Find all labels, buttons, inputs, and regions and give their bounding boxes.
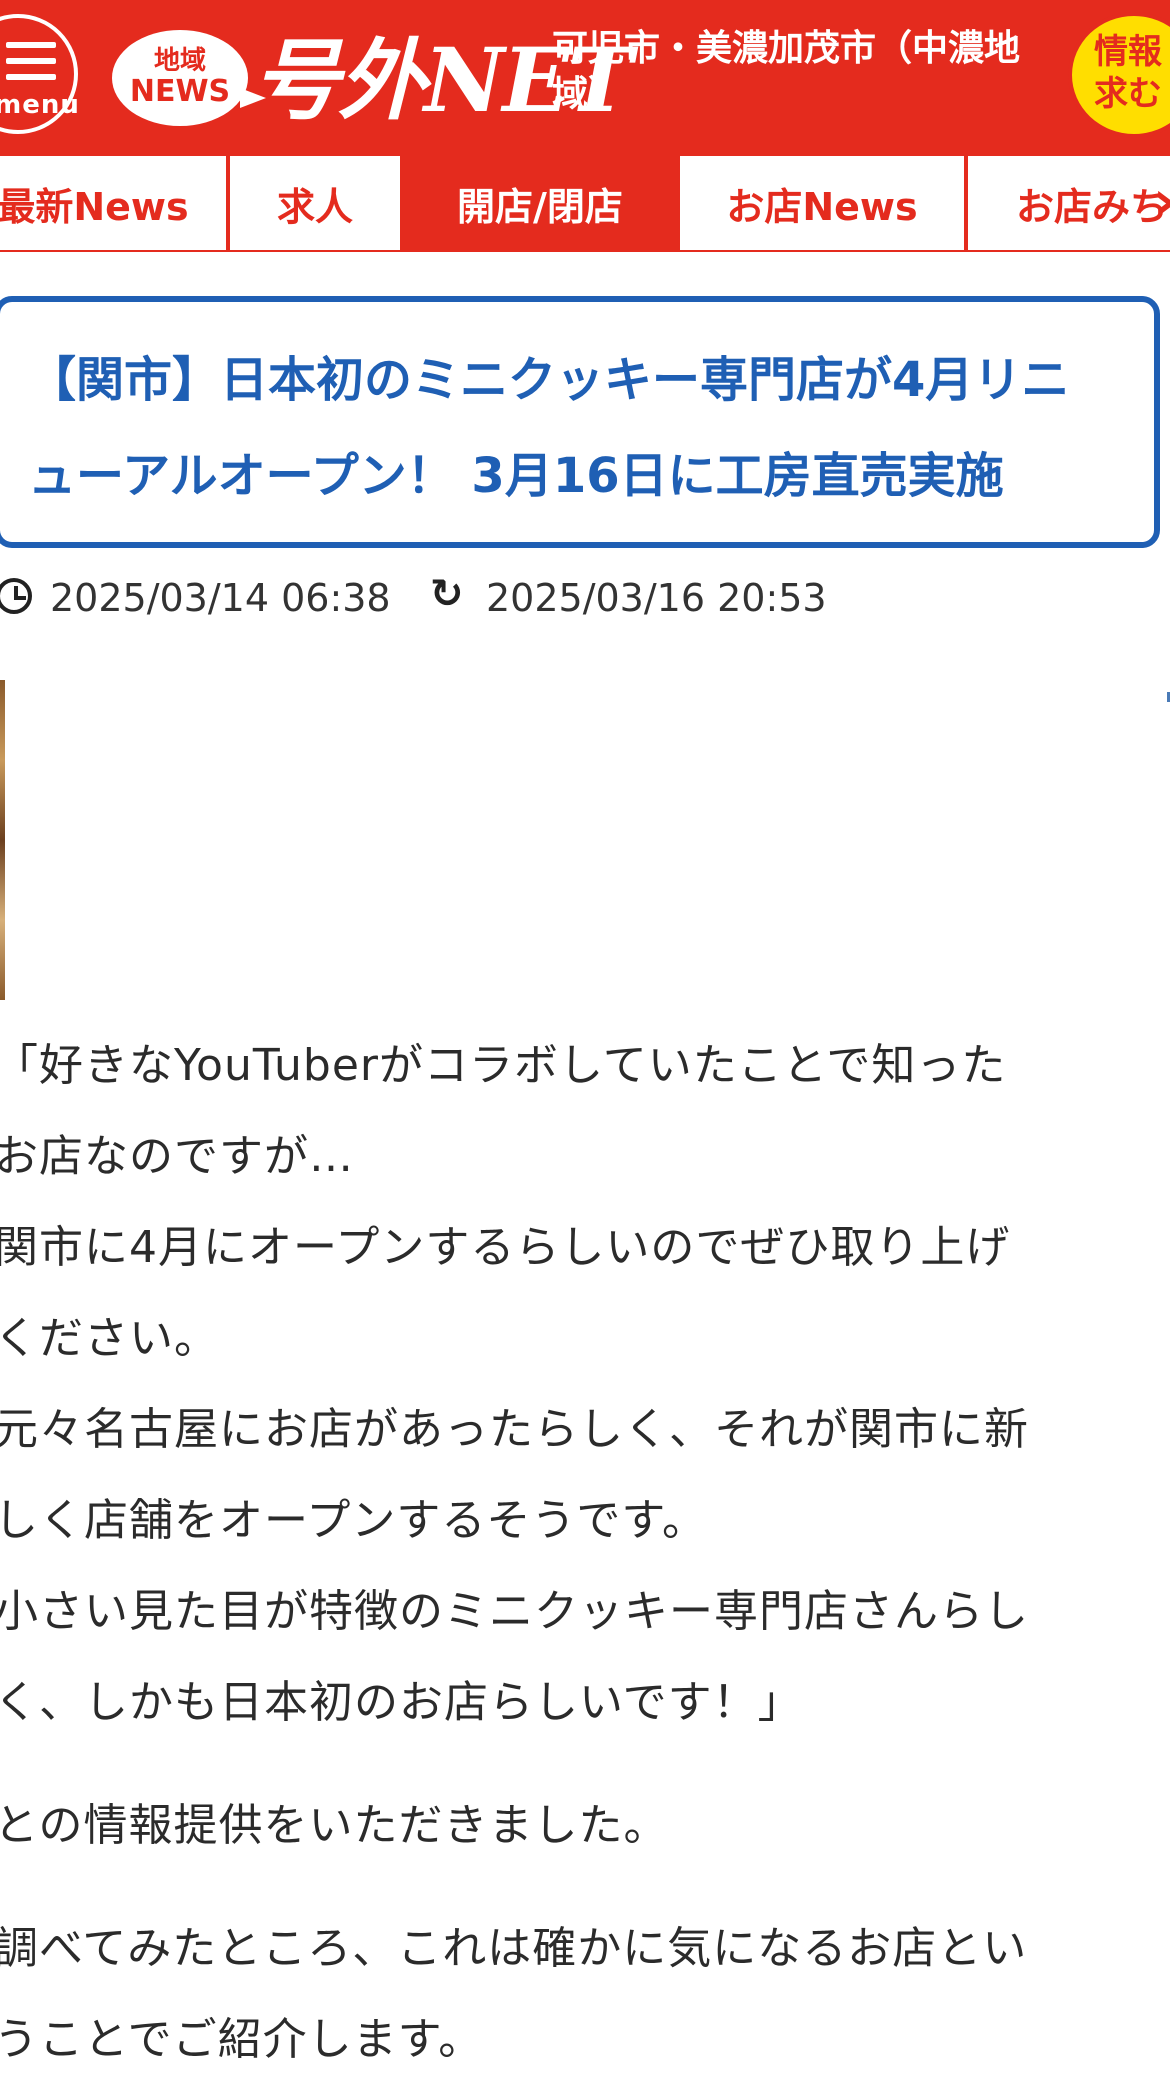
menu-label: menu: [0, 90, 80, 120]
site-logo[interactable]: 地域 NEWS 号外NET: [112, 24, 633, 136]
published-date: 2025/03/14 06:38: [50, 576, 391, 620]
body-line: お店なのですが…: [0, 1131, 354, 1182]
article-body: 「好きなYouTuberがコラボしていたことで知った お店なのですが… 関市に4…: [0, 1020, 1170, 2085]
body-line: 「好きなYouTuberがコラボしていたことで知った: [0, 1040, 1007, 1091]
body-line: く、しかも日本初のお店らしいです！」: [0, 1677, 803, 1728]
body-line: 関市に4月にオープンするらしいのでぜひ取り上げ: [0, 1222, 1011, 1273]
tab-shop-news[interactable]: お店News: [680, 156, 964, 250]
hamburger-icon-bar: [6, 58, 56, 64]
logo-badge-line1: 地域: [153, 46, 206, 76]
chevron-right-icon[interactable]: ›: [1153, 174, 1170, 230]
body-line: 小さい見た目が特徴のミニクッキー専門店さんらし: [0, 1586, 1029, 1637]
info-button-line2: 求む: [1094, 74, 1162, 114]
info-request-button[interactable]: 情報 求む: [1068, 12, 1170, 138]
body-line: 元々名古屋にお店があったらしく、それが関市に新: [0, 1404, 1029, 1455]
updated-date: 2025/03/16 20:53: [486, 576, 827, 620]
category-nav: 最新News 求人 開店/閉店 お店News お店みち ›: [0, 156, 1170, 252]
menu-button[interactable]: menu: [0, 14, 79, 134]
tab-shop-michi[interactable]: お店みち: [968, 156, 1170, 250]
region-label: 可児市・美濃加茂市（中濃地域）: [552, 28, 1021, 115]
tab-jobs[interactable]: 求人: [230, 156, 400, 250]
logo-badge-line2: NEWS: [129, 74, 231, 109]
article-meta: 2025/03/14 06:38 ↻ 2025/03/16 20:53: [0, 570, 1170, 626]
body-line: しく店舗をオープンするそうです。: [0, 1495, 707, 1546]
info-button-line1: 情報: [1094, 32, 1162, 72]
body-line: 調べてみたところ、これは確かに気になるお店とい: [0, 1923, 1028, 1974]
site-header: menu 地域 NEWS 号外NET 可児市・美濃加茂市（中濃地域） 情報 求む: [0, 0, 1170, 156]
tab-open-close[interactable]: 開店/閉店: [402, 156, 678, 250]
body-line: ください。: [0, 1313, 219, 1364]
hamburger-icon: [6, 42, 56, 48]
image-edge-left: [0, 680, 5, 1000]
article-image: [0, 672, 1170, 1002]
refresh-icon: ↻: [430, 571, 464, 617]
logo-badge: 地域 NEWS: [112, 30, 266, 126]
body-line: うことでご紹介します。: [0, 2014, 484, 2065]
body-line: との情報提供をいただきました。: [0, 1800, 669, 1851]
article-title: 【関市】日本初のミニクッキー専門店が4月リニューアルオープン！ 3月16日に工房…: [28, 352, 1070, 504]
hamburger-icon-bar: [6, 74, 56, 80]
article-title-box: 【関市】日本初のミニクッキー専門店が4月リニューアルオープン！ 3月16日に工房…: [0, 296, 1160, 548]
clock-icon: [0, 578, 32, 614]
tab-latest-news[interactable]: 最新News: [0, 156, 226, 250]
